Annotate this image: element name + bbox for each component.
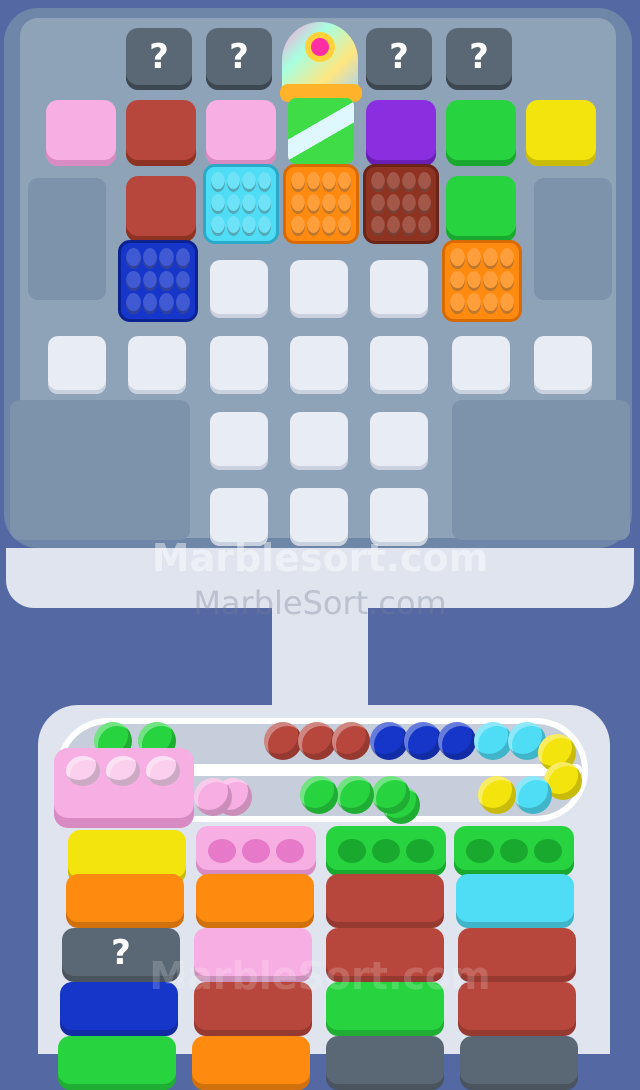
- marble-crate-blue[interactable]: [118, 240, 198, 322]
- empty-cell: [290, 412, 348, 470]
- column-block-mystery[interactable]: [460, 1036, 578, 1090]
- cap-slot: [208, 839, 236, 863]
- column-cap-pink[interactable]: [196, 826, 316, 876]
- cap-slot: [338, 839, 366, 863]
- marble-green: [300, 776, 338, 814]
- mystery-tile[interactable]: ?: [206, 28, 272, 90]
- color-tile-brick[interactable]: [126, 176, 196, 242]
- empty-cell: [290, 336, 348, 394]
- empty-cell: [370, 412, 428, 470]
- marble-pink: [194, 778, 232, 816]
- empty-cell: [48, 336, 106, 394]
- column-block-orange[interactable]: [66, 874, 184, 928]
- color-tile-pink[interactable]: [46, 100, 116, 166]
- cap-slot: [534, 839, 562, 863]
- cap-slot: [372, 839, 400, 863]
- marble-green: [336, 776, 374, 814]
- marble-crate-cyan[interactable]: [203, 164, 279, 244]
- column-block-green[interactable]: [58, 1036, 176, 1090]
- board-notch-left: [28, 178, 106, 300]
- column-block-brick[interactable]: [326, 874, 444, 928]
- color-tile-purple[interactable]: [366, 100, 436, 166]
- cap-slot: [500, 839, 528, 863]
- marble-cyan: [514, 776, 552, 814]
- mystery-tile[interactable]: ?: [126, 28, 192, 90]
- column-block-mystery[interactable]: [326, 1036, 444, 1090]
- column-block-orange[interactable]: [192, 1036, 310, 1090]
- cap-slot: [466, 839, 494, 863]
- marble-cyan: [474, 722, 512, 760]
- column-cap-green[interactable]: [454, 826, 574, 876]
- board-notch-bottom-right: [452, 400, 630, 540]
- empty-cell: [370, 336, 428, 394]
- board-notch-bottom-left: [10, 400, 190, 540]
- column-block-cyan[interactable]: [456, 874, 574, 928]
- color-tile-yellow[interactable]: [526, 100, 596, 166]
- empty-cell: [534, 336, 592, 394]
- launcher-tube: [288, 98, 354, 164]
- mystery-tile[interactable]: ?: [366, 28, 432, 90]
- color-tile-pink[interactable]: [206, 100, 276, 166]
- mystery-tile[interactable]: ?: [446, 28, 512, 90]
- marble-yellow: [478, 776, 516, 814]
- cap-slot: [406, 839, 434, 863]
- marble-brick: [332, 722, 370, 760]
- marble-brick: [264, 722, 302, 760]
- empty-cell: [370, 260, 428, 318]
- track-divider: [190, 764, 582, 776]
- marble-green: [372, 776, 410, 814]
- empty-cell: [210, 336, 268, 394]
- holder-slot: [146, 756, 180, 786]
- holder-slot: [66, 756, 100, 786]
- column-cap-green[interactable]: [326, 826, 446, 876]
- marble-blue: [370, 722, 408, 760]
- color-tile-green[interactable]: [446, 176, 516, 242]
- launcher-target-icon: [305, 32, 335, 62]
- marble-crate-orange[interactable]: [442, 240, 522, 322]
- marble-crate-orange[interactable]: [283, 164, 359, 244]
- holder-slot: [106, 756, 140, 786]
- empty-cell: [210, 412, 268, 470]
- cap-slot: [242, 839, 270, 863]
- watermark: MarbleSort.com: [193, 584, 447, 622]
- empty-cell: [210, 260, 268, 318]
- marble-crate-maroon[interactable]: [363, 164, 439, 244]
- color-tile-green[interactable]: [446, 100, 516, 166]
- column-block-orange[interactable]: [196, 874, 314, 928]
- watermark: Marblesort.com: [151, 536, 489, 580]
- watermark: MarbleSort.com: [149, 954, 491, 998]
- marble-brick: [298, 722, 336, 760]
- empty-cell: [290, 260, 348, 318]
- empty-cell: [452, 336, 510, 394]
- board-notch-right: [534, 178, 612, 300]
- color-tile-brick[interactable]: [126, 100, 196, 166]
- marble-blue: [438, 722, 476, 760]
- empty-cell: [128, 336, 186, 394]
- marble-blue: [404, 722, 442, 760]
- cap-slot: [276, 839, 304, 863]
